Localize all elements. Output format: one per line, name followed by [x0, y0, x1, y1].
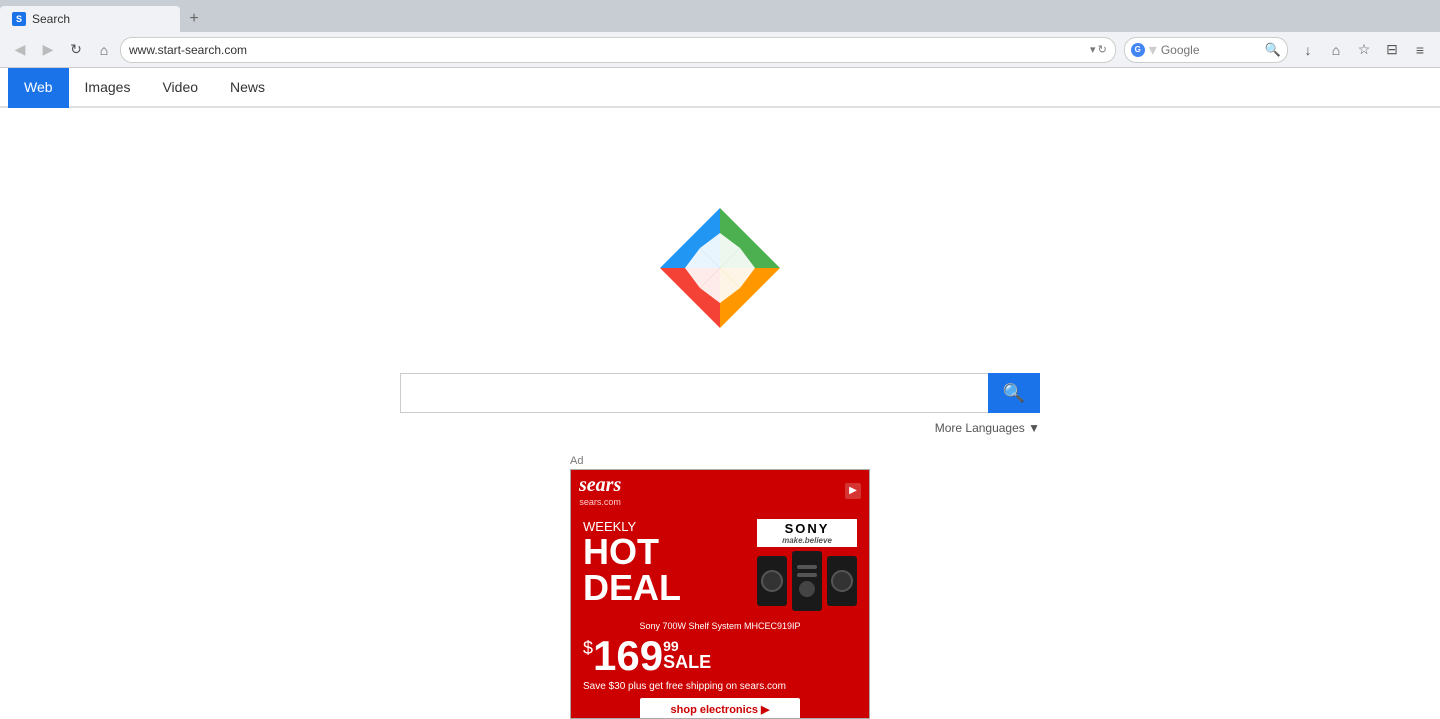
google-search-submit[interactable]: 🔍 — [1265, 42, 1281, 58]
main-content: 🔍 More Languages ▼ Ad sears sears.com ▶ … — [0, 108, 1440, 719]
ad-text-section: WEEKLY HOT DEAL — [583, 519, 749, 606]
bookmark-star-icon[interactable]: ☆ — [1352, 38, 1376, 62]
ad-shop-button[interactable]: shop electronics ▶ — [640, 698, 800, 719]
tab-video[interactable]: Video — [146, 68, 214, 108]
ad-close-button[interactable]: ▶ — [845, 483, 861, 499]
search-button-icon: 🔍 — [1003, 383, 1025, 404]
back-button[interactable]: ◀ — [8, 38, 32, 62]
active-tab[interactable]: S Search — [0, 6, 180, 32]
search-container: 🔍 — [400, 373, 1040, 413]
ad-save-text: Save $30 plus get free shipping on sears… — [571, 679, 869, 694]
tab-title: Search — [32, 12, 70, 26]
address-bar[interactable]: www.start-search.com ▾ ↻ — [120, 37, 1116, 63]
ad-container: Ad sears sears.com ▶ WEEKLY HOT DEAL — [570, 455, 870, 719]
logo-container — [640, 188, 800, 353]
ad-price-cents: 99 — [663, 639, 711, 653]
ad-store-logo: sears sears.com — [579, 474, 621, 507]
search-button[interactable]: 🔍 — [988, 373, 1040, 413]
home-icon[interactable]: ⌂ — [1324, 38, 1348, 62]
tab-news[interactable]: News — [214, 68, 281, 108]
ad-headline2: HOT — [583, 534, 749, 570]
more-languages[interactable]: More Languages ▼ — [400, 421, 1040, 435]
tab-images[interactable]: Images — [69, 68, 147, 108]
ad-price-dollar: $ — [583, 639, 593, 657]
nav-right-icons: ↓ ⌂ ☆ ⊟ ≡ — [1296, 38, 1432, 62]
google-search-input[interactable] — [1161, 43, 1261, 57]
ad-label: Ad — [570, 455, 870, 467]
google-search-separator: ▾ — [1149, 40, 1157, 60]
tab-bar: S Search + — [0, 0, 1440, 32]
new-tab-button[interactable]: + — [180, 6, 208, 32]
page-tabs: Web Images Video News — [0, 68, 1440, 108]
ad-content: WEEKLY HOT DEAL SONY make.believe — [571, 511, 869, 619]
google-search-box[interactable]: G ▾ 🔍 — [1124, 37, 1288, 63]
tab-web[interactable]: Web — [8, 68, 69, 108]
tab-favicon: S — [12, 12, 26, 26]
forward-button[interactable]: ▶ — [36, 38, 60, 62]
ad-stereo-image — [757, 551, 857, 611]
ad-image-section: SONY make.believe — [757, 519, 857, 611]
home-button[interactable]: ⌂ — [92, 38, 116, 62]
ad-price-section: $ 169 99 SALE — [571, 633, 869, 679]
logo-svg — [640, 188, 800, 348]
address-url: www.start-search.com — [129, 43, 1086, 57]
ad-price-main: 169 — [593, 635, 663, 677]
ad-product-name: Sony 700W Shelf System MHCEC919IP — [571, 619, 869, 633]
ad-top-bar: sears sears.com ▶ — [571, 470, 869, 511]
address-dropdown-icon[interactable]: ▾ — [1090, 43, 1096, 56]
ad-price-sale: SALE — [663, 653, 711, 671]
nav-bar: ◀ ▶ ↻ ⌂ www.start-search.com ▾ ↻ G ▾ 🔍 ↓… — [0, 32, 1440, 68]
address-refresh-icon[interactable]: ↻ — [1098, 43, 1107, 56]
bookmarks-icon[interactable]: ⊟ — [1380, 38, 1404, 62]
download-button[interactable]: ↓ — [1296, 38, 1320, 62]
ad-headline3: DEAL — [583, 570, 749, 606]
refresh-button[interactable]: ↻ — [64, 38, 88, 62]
ad-sony-label: SONY make.believe — [757, 519, 857, 547]
address-bar-right: ▾ ↻ — [1090, 43, 1107, 56]
google-icon: G — [1131, 43, 1145, 57]
search-input[interactable] — [400, 373, 988, 413]
menu-icon[interactable]: ≡ — [1408, 38, 1432, 62]
ad-banner[interactable]: sears sears.com ▶ WEEKLY HOT DEAL SONY m… — [570, 469, 870, 719]
